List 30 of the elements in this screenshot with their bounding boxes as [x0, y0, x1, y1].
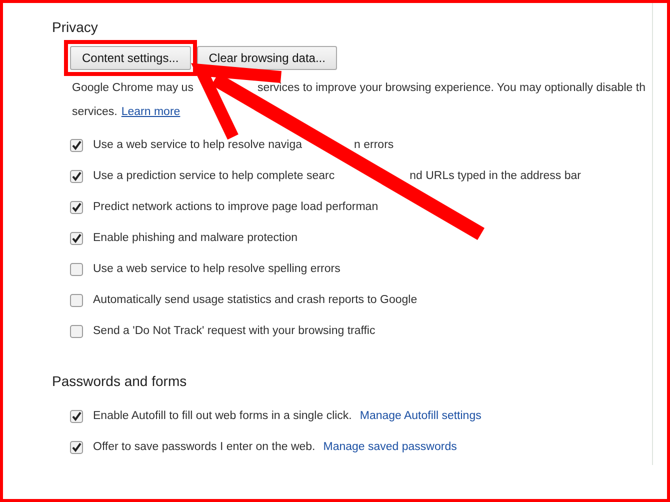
- checkbox[interactable]: [70, 441, 83, 454]
- option-label: Use a prediction service to help complete searc: [93, 168, 335, 184]
- checkbox[interactable]: [70, 201, 83, 214]
- option-label: nd URLs typed in the address bar: [410, 168, 581, 184]
- description-text: services.: [72, 105, 118, 120]
- option-label: Offer to save passwords I enter on the web.: [93, 440, 316, 455]
- checkbox[interactable]: [70, 170, 83, 183]
- section-title: Privacy: [52, 18, 99, 37]
- button[interactable]: Content settings...: [70, 46, 191, 70]
- checkbox[interactable]: [70, 139, 83, 152]
- button[interactable]: Clear browsing data...: [196, 46, 338, 70]
- option-label: Use a web service to help resolve spelling errors: [93, 262, 340, 277]
- checkbox[interactable]: [70, 263, 83, 276]
- learn-more-link[interactable]: Learn more: [121, 100, 180, 124]
- description-text: Google Chrome may us: [72, 81, 194, 96]
- option-label: n errors: [354, 138, 394, 153]
- option-label: Predict network actions to improve page load performan: [93, 200, 378, 215]
- option-label: Send a 'Do Not Track' request with your browsing traffic: [93, 324, 376, 339]
- section-title: Passwords and forms: [52, 372, 188, 391]
- settings-link[interactable]: Manage saved passwords: [323, 438, 457, 456]
- checkbox[interactable]: [70, 325, 83, 338]
- description-text: services to improve your browsing experience. You may optionally disable th: [257, 81, 646, 96]
- option-label: Automatically send usage statistics and crash reports to Google: [93, 292, 418, 308]
- option-label: Enable Autofill to fill out web forms in a single click.: [93, 408, 352, 424]
- option-label: Enable phishing and malware protection: [93, 230, 298, 246]
- option-label: Use a web service to help resolve naviga: [93, 138, 302, 153]
- checkbox[interactable]: [70, 294, 83, 307]
- settings-link[interactable]: Manage Autofill settings: [360, 408, 482, 426]
- checkbox[interactable]: [70, 232, 83, 245]
- checkbox[interactable]: [70, 410, 83, 423]
